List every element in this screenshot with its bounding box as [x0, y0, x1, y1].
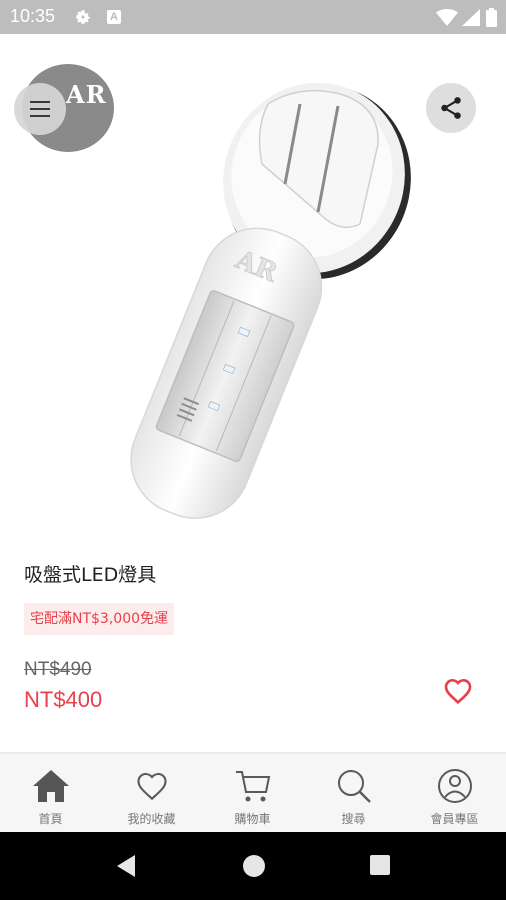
nav-item-cart[interactable]: 購物車 — [202, 754, 303, 832]
heart-icon — [137, 772, 167, 801]
wifi-icon — [436, 9, 458, 26]
battery-icon — [486, 8, 497, 27]
nav-item-home[interactable]: 首頁 — [0, 754, 101, 832]
nav-label-cart: 購物車 — [234, 812, 271, 826]
user-icon — [438, 769, 472, 803]
nav-item-search[interactable]: 搜尋 — [303, 754, 404, 832]
logo-text: AR — [66, 80, 107, 109]
status-time: 10:35 — [10, 6, 56, 26]
bottom-navigation: 首頁 我的收藏 購物車 搜尋 會員專區 — [0, 754, 506, 832]
nav-label-home: 首頁 — [38, 812, 63, 826]
nav-label-favorites: 我的收藏 — [127, 812, 176, 826]
share-icon — [441, 97, 461, 119]
favorite-button[interactable] — [442, 675, 474, 707]
nav-item-favorites[interactable]: 我的收藏 — [101, 754, 202, 832]
android-navigation-bar — [0, 832, 506, 900]
accessibility-a-icon: A — [107, 10, 121, 24]
recents-square-icon[interactable] — [370, 855, 390, 875]
nav-item-member[interactable]: 會員專區 — [404, 754, 505, 832]
share-button[interactable] — [426, 83, 476, 133]
settings-gear-icon — [76, 10, 90, 24]
original-price: NT$490 — [24, 659, 92, 680]
home-icon — [33, 770, 69, 802]
status-bar: 10:35 A — [0, 0, 506, 34]
product-image[interactable]: AR AR — [0, 34, 506, 534]
back-icon[interactable] — [115, 855, 137, 877]
menu-button[interactable] — [14, 83, 66, 135]
heart-outline-icon — [444, 678, 472, 705]
nav-label-member: 會員專區 — [430, 812, 479, 826]
signal-icon — [462, 9, 480, 26]
nav-label-search: 搜尋 — [341, 812, 366, 826]
product-title: 吸盤式LED燈具 — [24, 564, 157, 586]
search-icon — [338, 770, 371, 803]
home-circle-icon[interactable] — [243, 855, 265, 877]
cart-icon — [236, 771, 271, 802]
shipping-promo-badge: 宅配滿NT$3,000免運 — [24, 603, 175, 635]
sale-price: NT$400 — [24, 687, 103, 712]
